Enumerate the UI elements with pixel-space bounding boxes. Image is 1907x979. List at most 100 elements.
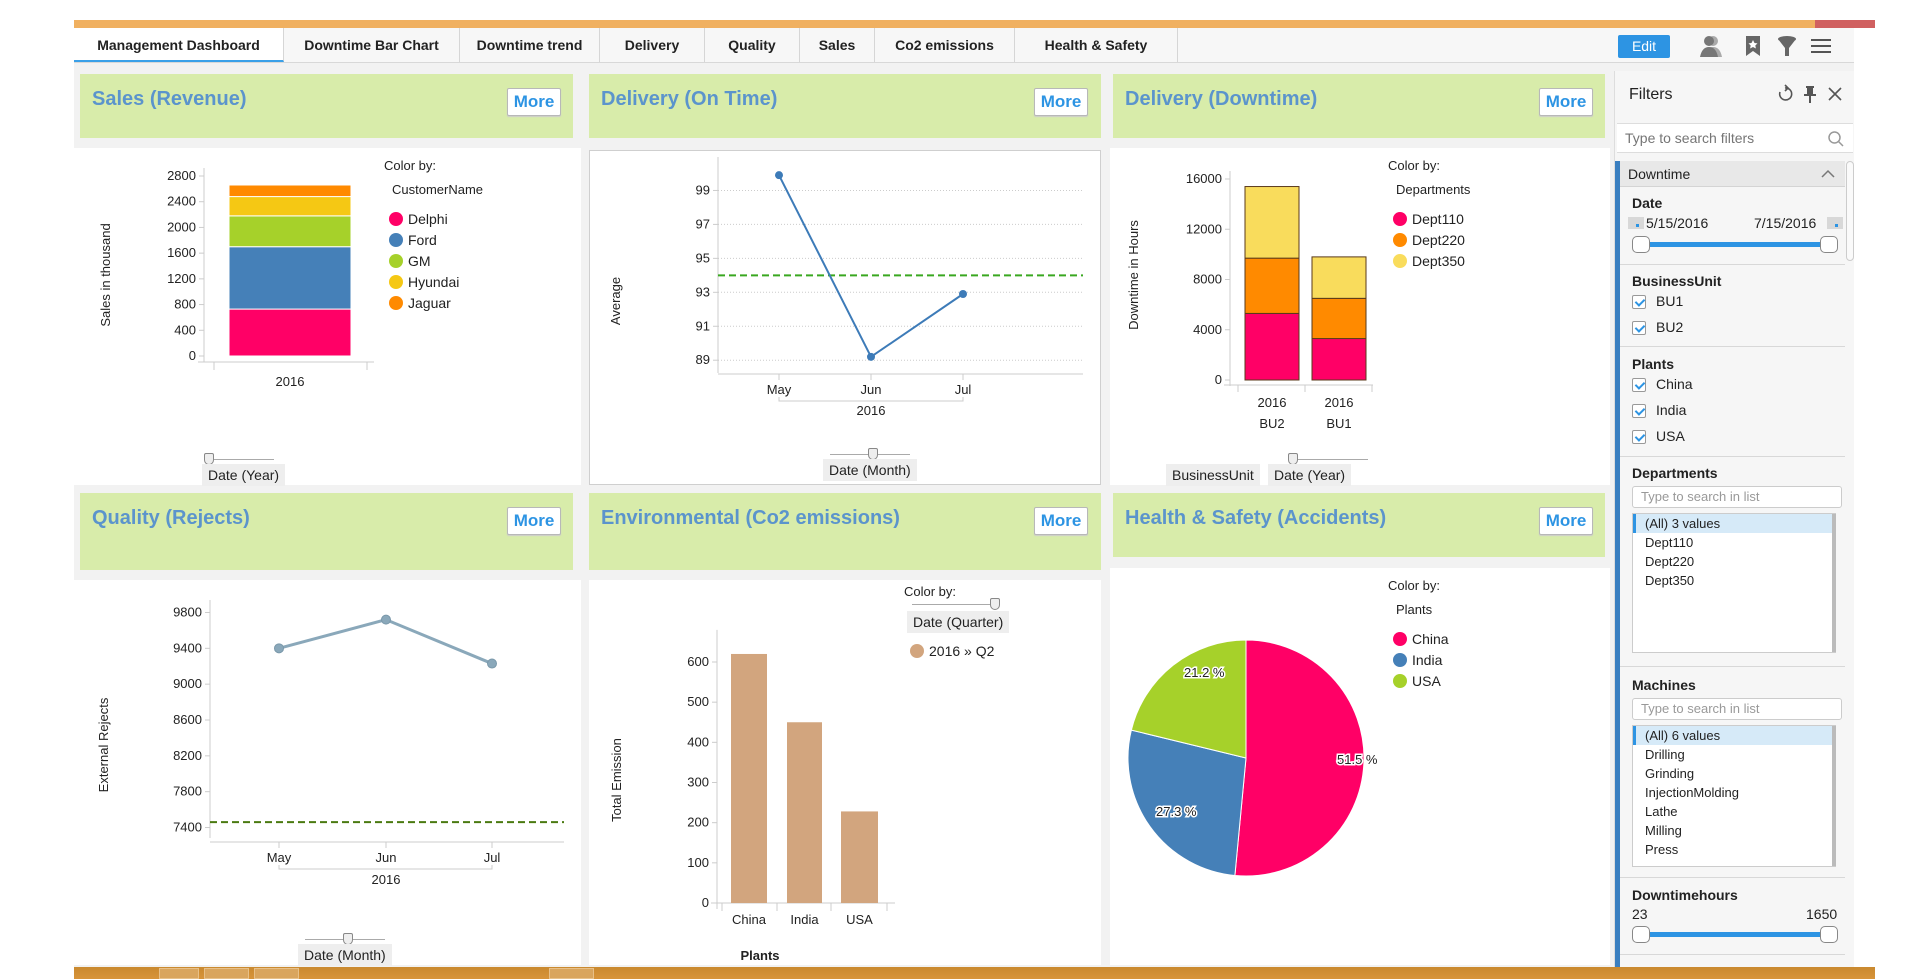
environment-more-button[interactable]: More <box>1034 507 1088 535</box>
environment-color-selector[interactable]: Date (Quarter) <box>907 611 1010 633</box>
bu2-checkbox[interactable] <box>1632 321 1646 335</box>
data-point <box>274 643 284 654</box>
departments-listbox: (All) 3 values Dept110 Dept220 Dept350 <box>1632 513 1836 653</box>
legend-swatch <box>389 275 403 289</box>
calendar-icon[interactable] <box>1827 217 1843 229</box>
tab-co2-emissions[interactable]: Co2 emissions <box>875 28 1015 62</box>
filter-search-input[interactable] <box>1617 124 1817 152</box>
machines-item[interactable]: Press <box>1633 840 1835 859</box>
health-more-button[interactable]: More <box>1539 507 1593 535</box>
sales-axis-selector[interactable]: Date (Year) <box>202 464 286 486</box>
tab-downtime-trend[interactable]: Downtime trend <box>460 28 600 62</box>
x-tick-label: India <box>790 912 819 927</box>
filter-list: Downtime Date 5/15/2016 7/15/2016 Busine… <box>1615 161 1845 967</box>
machines-item[interactable]: Drilling <box>1633 745 1835 764</box>
legend-swatch <box>1393 233 1407 247</box>
taskbar-item[interactable] <box>204 968 249 979</box>
data-point <box>959 290 967 299</box>
legend-subtitle: CustomerName <box>392 182 483 197</box>
machines-item[interactable]: Milling <box>1633 821 1835 840</box>
bookmark-icon[interactable] <box>1740 33 1766 59</box>
machines-item[interactable]: InjectionMolding <box>1633 783 1835 802</box>
window-close-strip[interactable] <box>1815 20 1875 28</box>
slice-label: 27.3 % <box>1156 804 1197 819</box>
downtime-axis-selector-date[interactable]: Date (Year) <box>1268 464 1352 486</box>
machines-item[interactable]: Lathe <box>1633 802 1835 821</box>
quality-more-button[interactable]: More <box>507 507 561 535</box>
y-tick-label: 8000 <box>1193 272 1222 287</box>
environment-chart: 0 100 200 300 400 500 600 China India USA Plants To… <box>609 584 995 963</box>
downtimehours-range-slider[interactable] <box>1632 926 1838 944</box>
search-icon[interactable] <box>1827 130 1845 148</box>
downtimehours-min-handle[interactable] <box>1632 926 1650 943</box>
y-axis-title: Total Emission <box>609 738 624 822</box>
y-tick-label: 89 <box>696 352 710 367</box>
tab-health-safety[interactable]: Health & Safety <box>1015 28 1178 62</box>
tab-sales[interactable]: Sales <box>800 28 875 62</box>
quality-axis-selector[interactable]: Date (Month) <box>298 944 392 966</box>
date-range-slider[interactable] <box>1632 236 1838 254</box>
sales-more-button[interactable]: More <box>507 88 561 116</box>
filters-panel: Filters Downtime Date 5/15/2016 7/15/201… <box>1614 71 1854 967</box>
delivery-more-button[interactable]: More <box>1034 88 1088 116</box>
date-from[interactable]: 5/15/2016 <box>1646 215 1708 231</box>
x-tick-label: BU1 <box>1326 416 1351 431</box>
menu-icon[interactable] <box>1808 33 1834 59</box>
y-tick-label: 600 <box>687 654 709 669</box>
downtime-panel-header: Delivery (Downtime) More <box>1113 74 1605 138</box>
tab-management-dashboard[interactable]: Management Dashboard <box>74 28 284 62</box>
date-range-min-handle[interactable] <box>1632 236 1650 253</box>
y-tick-label: 100 <box>687 855 709 870</box>
downtimehours-max-handle[interactable] <box>1820 926 1838 943</box>
taskbar-item[interactable] <box>549 968 594 979</box>
delivery-chart-panel: 89 91 93 95 97 99 May Jun Jul 2016 Average Date (M… <box>589 150 1101 485</box>
os-taskbar <box>74 967 1875 979</box>
departments-item[interactable]: Dept220 <box>1633 552 1835 571</box>
y-axis-title: External Rejects <box>96 697 111 792</box>
departments-item[interactable]: (All) 3 values <box>1633 514 1835 533</box>
tab-quality[interactable]: Quality <box>705 28 800 62</box>
downtime-axis-selector-businessunit[interactable]: BusinessUnit <box>1166 464 1260 486</box>
date-range-max-handle[interactable] <box>1820 236 1838 253</box>
machines-search-input[interactable]: Type to search in list <box>1632 698 1842 720</box>
pin-icon[interactable] <box>1800 84 1820 104</box>
machines-item[interactable]: Grinding <box>1633 764 1835 783</box>
filters-scrollbar[interactable] <box>1846 161 1854 261</box>
taskbar-item[interactable] <box>254 968 299 979</box>
tab-delivery[interactable]: Delivery <box>600 28 705 62</box>
date-to[interactable]: 7/15/2016 <box>1754 215 1816 231</box>
environment-color-slider[interactable] <box>912 598 1000 610</box>
users-icon[interactable] <box>1698 33 1724 59</box>
quality-chart: 7400 7800 8200 8600 9000 9400 9800 May Jun Jul 201… <box>96 600 564 887</box>
bar-segment-dept350 <box>1311 256 1367 299</box>
downtime-more-button[interactable]: More <box>1539 88 1593 116</box>
machines-item[interactable]: (All) 6 values <box>1633 726 1835 745</box>
tab-downtime-bar-chart[interactable]: Downtime Bar Chart <box>284 28 460 62</box>
filter-group-downtime[interactable]: Downtime <box>1620 161 1845 187</box>
india-checkbox[interactable] <box>1632 404 1646 418</box>
sales-chart: 0 400 800 1200 1600 2000 2400 2800 2016 Sales in … <box>98 158 483 389</box>
x-tick-label: 2016 <box>1325 395 1354 410</box>
bu1-checkbox[interactable] <box>1632 295 1646 309</box>
calendar-icon[interactable] <box>1628 217 1644 229</box>
chevron-up-icon[interactable] <box>1821 169 1835 179</box>
departments-scrollbar[interactable] <box>1832 514 1836 652</box>
departments-item[interactable]: Dept110 <box>1633 533 1835 552</box>
departments-item[interactable]: Dept350 <box>1633 571 1835 590</box>
reset-icon[interactable] <box>1775 84 1795 104</box>
bar-segment-dept110 <box>1244 312 1300 381</box>
data-point <box>381 614 391 625</box>
taskbar-item[interactable] <box>159 968 199 979</box>
legend-swatch <box>389 296 403 310</box>
machines-scrollbar[interactable] <box>1832 726 1836 866</box>
edit-button[interactable]: Edit <box>1618 35 1670 58</box>
close-icon[interactable] <box>1825 84 1845 104</box>
filter-icon[interactable] <box>1774 33 1800 59</box>
departments-search-input[interactable]: Type to search in list <box>1632 486 1842 508</box>
x-tick-label: Jul <box>955 382 972 397</box>
china-checkbox[interactable] <box>1632 378 1646 392</box>
y-tick-label: 8600 <box>173 712 202 727</box>
y-tick-label: 95 <box>696 250 710 265</box>
usa-checkbox[interactable] <box>1632 430 1646 444</box>
delivery-axis-selector[interactable]: Date (Month) <box>823 459 917 481</box>
